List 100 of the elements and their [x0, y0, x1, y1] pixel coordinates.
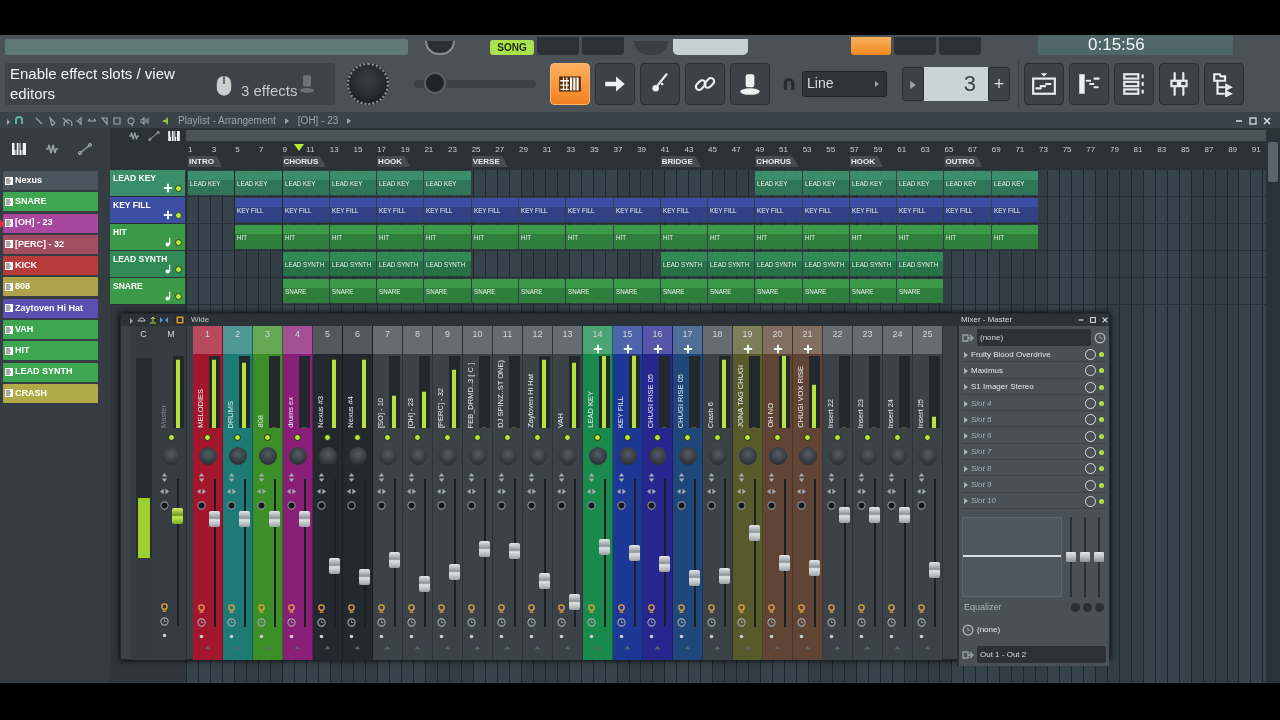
section-marker[interactable]: CHORUS: [282, 156, 327, 167]
strip-header[interactable]: 18: [703, 326, 732, 354]
strip-header[interactable]: 17: [673, 326, 702, 354]
pattern-clip[interactable]: KEY FILL: [660, 198, 708, 222]
strip-header[interactable]: 16: [643, 326, 672, 354]
pattern-clip[interactable]: LEAD KEY: [755, 171, 802, 195]
pattern-clip[interactable]: SNARE: [660, 279, 708, 303]
pattern-item[interactable]: [OH] - 23: [3, 213, 98, 233]
pattern-clip[interactable]: LEAD SYNTH: [329, 252, 377, 276]
pattern-clip[interactable]: KEY FILL: [897, 198, 944, 222]
pattern-clip[interactable]: KEY FILL: [282, 198, 329, 222]
pattern-clip[interactable]: KEY FILL: [991, 198, 1038, 222]
pattern-item[interactable]: Nexus: [3, 171, 98, 190]
pattern-clip[interactable]: SNARE: [329, 279, 377, 303]
pattern-clip[interactable]: SNARE: [613, 279, 660, 303]
pattern-clip[interactable]: KEY FILL: [944, 198, 991, 222]
pattern-clip[interactable]: HIT: [897, 225, 944, 249]
pattern-clip[interactable]: HIT: [329, 225, 377, 249]
effect-slot[interactable]: Slot 8: [962, 462, 1106, 477]
pattern-clip[interactable]: LEAD KEY: [802, 171, 849, 195]
pattern-item[interactable]: LEAD SYNTH: [3, 362, 98, 382]
strip-header[interactable]: 25: [913, 326, 942, 354]
pattern-item[interactable]: Zaytoven Hi Hat: [3, 298, 98, 318]
effect-slot[interactable]: Maximus: [962, 364, 1106, 379]
strip-header[interactable]: 6: [343, 326, 372, 354]
pattern-clip[interactable]: HIT: [518, 225, 566, 249]
strip-header[interactable]: 20: [763, 326, 792, 354]
pattern-clip[interactable]: LEAD KEY: [897, 171, 944, 195]
pattern-clip[interactable]: LEAD SYNTH: [897, 252, 944, 276]
pattern-clip[interactable]: HIT: [944, 225, 991, 249]
effect-slot[interactable]: Fruity Blood Overdrive: [962, 348, 1106, 363]
effect-slot[interactable]: Slot 9: [962, 478, 1106, 493]
effect-slot[interactable]: Slot 5: [962, 413, 1106, 428]
song-mode-button[interactable]: SONG: [490, 40, 534, 55]
pattern-clip[interactable]: HIT: [424, 225, 471, 249]
step-field[interactable]: 3: [924, 66, 988, 101]
section-marker[interactable]: HOOK: [849, 156, 883, 167]
strip-header[interactable]: 19: [733, 326, 762, 354]
pattern-clip[interactable]: KEY FILL: [849, 198, 897, 222]
pattern-clip[interactable]: KEY FILL: [518, 198, 566, 222]
strip-header[interactable]: 10: [463, 326, 492, 354]
pattern-clip[interactable]: SNARE: [471, 279, 518, 303]
pattern-clip[interactable]: SNARE: [424, 279, 471, 303]
pattern-clip[interactable]: SNARE: [518, 279, 566, 303]
pattern-clip[interactable]: SNARE: [377, 279, 424, 303]
pattern-clip[interactable]: SNARE: [897, 279, 944, 303]
strip-header[interactable]: 21: [793, 326, 822, 354]
effect-slot[interactable]: Slot 6: [962, 429, 1106, 444]
pattern-clip[interactable]: LEAD SYNTH: [708, 252, 755, 276]
pattern-clip[interactable]: LEAD KEY: [849, 171, 897, 195]
snap-dropdown[interactable]: Line: [802, 70, 887, 97]
pattern-clip[interactable]: HIT: [755, 225, 802, 249]
sidechain-value[interactable]: (none): [977, 624, 1106, 637]
effect-slot[interactable]: Slot 7: [962, 445, 1106, 461]
strip-header[interactable]: 8: [403, 326, 432, 354]
add-button[interactable]: +: [988, 66, 1010, 101]
pattern-clip[interactable]: LEAD KEY: [424, 171, 471, 195]
pattern-clip[interactable]: SNARE: [755, 279, 802, 303]
track-header[interactable]: LEAD KEY: [110, 170, 185, 196]
strip-header[interactable]: 22: [823, 326, 852, 354]
section-marker[interactable]: VERSE: [471, 156, 508, 167]
pattern-clip[interactable]: KEY FILL: [708, 198, 755, 222]
section-marker[interactable]: INTRO: [188, 156, 222, 167]
strip-header[interactable]: 7: [373, 326, 402, 354]
pattern-clip[interactable]: KEY FILL: [755, 198, 802, 222]
pattern-clip[interactable]: LEAD SYNTH: [660, 252, 708, 276]
pattern-clip[interactable]: LEAD KEY: [377, 171, 424, 195]
strip-header[interactable]: 9: [433, 326, 462, 354]
effect-slot[interactable]: S1 Imager Stereo: [962, 380, 1106, 395]
effect-slot[interactable]: Slot 10: [962, 494, 1106, 509]
pattern-clip[interactable]: SNARE: [849, 279, 897, 303]
pattern-item[interactable]: KICK: [3, 256, 98, 276]
section-marker[interactable]: HOOK: [377, 156, 411, 167]
pattern-clip[interactable]: LEAD KEY: [991, 171, 1038, 195]
pattern-clip[interactable]: HIT: [471, 225, 518, 249]
pattern-clip[interactable]: KEY FILL: [377, 198, 424, 222]
strip-header[interactable]: 24: [883, 326, 912, 354]
pattern-clip[interactable]: HIT: [566, 225, 613, 249]
pattern-clip[interactable]: KEY FILL: [566, 198, 613, 222]
breadcrumb[interactable]: [OH] - 23: [297, 113, 339, 128]
pattern-clip[interactable]: HIT: [613, 225, 660, 249]
pattern-clip[interactable]: LEAD KEY: [329, 171, 377, 195]
section-marker[interactable]: OUTRO: [944, 156, 983, 167]
strip-header[interactable]: 11: [493, 326, 522, 354]
track-header[interactable]: HIT: [110, 224, 185, 250]
strip-header[interactable]: 15: [613, 326, 642, 354]
pattern-clip[interactable]: LEAD SYNTH: [755, 252, 802, 276]
pattern-clip[interactable]: HIT: [849, 225, 897, 249]
pattern-clip[interactable]: LEAD SYNTH: [802, 252, 849, 276]
track-header[interactable]: LEAD SYNTH: [110, 251, 185, 277]
pattern-clip[interactable]: LEAD KEY: [944, 171, 991, 195]
pattern-clip[interactable]: HIT: [235, 225, 282, 249]
pattern-clip[interactable]: KEY FILL: [235, 198, 282, 222]
strip-header[interactable]: 13: [553, 326, 582, 354]
pattern-clip[interactable]: SNARE: [566, 279, 613, 303]
track-header[interactable]: KEY FILL: [110, 197, 185, 223]
pattern-clip[interactable]: KEY FILL: [471, 198, 518, 222]
pattern-clip[interactable]: KEY FILL: [802, 198, 849, 222]
strip-header[interactable]: 5: [313, 326, 342, 354]
mode-label[interactable]: Wide: [191, 314, 210, 326]
